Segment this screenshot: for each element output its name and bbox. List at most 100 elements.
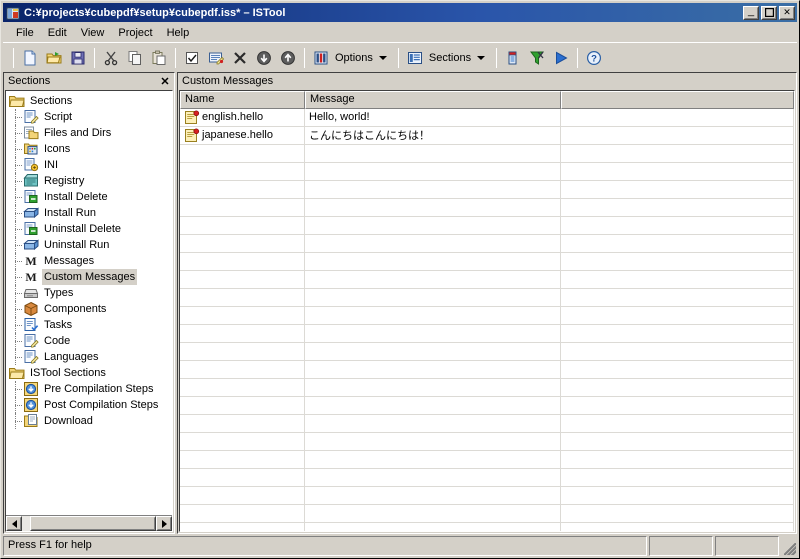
cell-empty <box>305 325 561 343</box>
cell-empty <box>180 235 305 253</box>
cell-empty <box>305 199 561 217</box>
move-up-button[interactable] <box>276 46 300 70</box>
table-row-empty[interactable] <box>180 271 794 289</box>
tree-item-registry[interactable]: Registry <box>9 173 172 189</box>
sections-tree[interactable]: Sections Script Files and Dirs Icons INI Regi… <box>6 91 172 515</box>
table-row-empty[interactable] <box>180 253 794 271</box>
table-row-empty[interactable] <box>180 199 794 217</box>
minimize-button[interactable]: _ <box>743 4 759 20</box>
paste-button[interactable] <box>147 46 171 70</box>
table-row-empty[interactable] <box>180 397 794 415</box>
save-file-button[interactable] <box>66 46 90 70</box>
table-row-empty[interactable] <box>180 163 794 181</box>
listview-body[interactable]: english.hello Hello, world! japanese.hello… <box>180 109 794 531</box>
scroll-right-button[interactable] <box>156 516 172 531</box>
tree-item-languages[interactable]: Languages <box>9 349 172 365</box>
tree-item-istool-sections[interactable]: ISTool Sections <box>9 365 172 381</box>
tree-item-install-delete[interactable]: Install Delete <box>9 189 172 205</box>
help-button[interactable]: ? <box>582 46 606 70</box>
table-row-empty[interactable] <box>180 469 794 487</box>
table-row-empty[interactable] <box>180 523 794 531</box>
chevron-down-icon[interactable] <box>477 55 486 60</box>
cell-extra[interactable] <box>561 109 794 127</box>
table-row[interactable]: japanese.hello こんにちはこんにちは！ <box>180 127 794 145</box>
menu-file[interactable]: File <box>9 25 41 41</box>
copy-button[interactable] <box>123 46 147 70</box>
column-header-extra[interactable] <box>561 91 794 109</box>
custom-messages-listview[interactable]: Name Message english.hello Hello, world! j… <box>180 91 794 531</box>
column-header-message[interactable]: Message <box>305 91 561 109</box>
cell-message-text: こんにちはこんにちは！ <box>309 129 430 142</box>
close-button[interactable]: ✕ <box>779 5 795 20</box>
menu-project[interactable]: Project <box>111 25 159 41</box>
run-setup-button[interactable] <box>549 46 573 70</box>
tree-item-files-and-dirs[interactable]: Files and Dirs <box>9 125 172 141</box>
tree-item-post-compilation-steps[interactable]: Post Compilation Steps <box>9 397 172 413</box>
cell-message[interactable]: こんにちはこんにちは！ <box>305 127 561 145</box>
table-row-empty[interactable] <box>180 505 794 523</box>
sections-panel-close-icon[interactable]: ✕ <box>158 74 172 88</box>
menu-view[interactable]: View <box>74 25 112 41</box>
table-row-empty[interactable] <box>180 361 794 379</box>
edit-entry-button[interactable] <box>204 46 228 70</box>
table-row[interactable]: english.hello Hello, world! <box>180 109 794 127</box>
tree-item-components[interactable]: Components <box>9 301 172 317</box>
table-row-empty[interactable] <box>180 487 794 505</box>
check-button[interactable] <box>180 46 204 70</box>
table-row-empty[interactable] <box>180 325 794 343</box>
table-row-empty[interactable] <box>180 451 794 469</box>
delete-entry-button[interactable] <box>228 46 252 70</box>
tree-item-ini[interactable]: INI <box>9 157 172 173</box>
tree-item-tasks[interactable]: Tasks <box>9 317 172 333</box>
tree-item-sections[interactable]: Sections <box>9 93 172 109</box>
table-row-empty[interactable] <box>180 217 794 235</box>
new-file-button[interactable] <box>18 46 42 70</box>
tree-item-uninstall-delete[interactable]: Uninstall Delete <box>9 221 172 237</box>
compile-setup-button[interactable] <box>501 46 525 70</box>
scroll-left-button[interactable] <box>6 516 22 531</box>
cell-name[interactable]: japanese.hello <box>180 127 305 145</box>
tree-item-script[interactable]: Script <box>9 109 172 125</box>
column-header-name[interactable]: Name <box>180 91 305 109</box>
table-row-empty[interactable] <box>180 145 794 163</box>
resize-grip[interactable] <box>781 536 797 556</box>
cell-name[interactable]: english.hello <box>180 109 305 127</box>
tree-item-download[interactable]: Download <box>9 413 172 429</box>
tree-item-pre-compilation-steps[interactable]: Pre Compilation Steps <box>9 381 172 397</box>
compile-and-clean-button[interactable] <box>525 46 549 70</box>
table-row-empty[interactable] <box>180 343 794 361</box>
tree-item-types[interactable]: Types <box>9 285 172 301</box>
tree-item-code[interactable]: Code <box>9 333 172 349</box>
minimize-icon: _ <box>747 4 755 17</box>
tree-item-custom-messages[interactable]: M Custom Messages <box>9 269 172 285</box>
cell-empty <box>180 271 305 289</box>
cell-message[interactable]: Hello, world! <box>305 109 561 127</box>
table-row-empty[interactable] <box>180 181 794 199</box>
table-row-empty[interactable] <box>180 379 794 397</box>
maximize-button[interactable] <box>761 5 777 20</box>
open-file-button[interactable] <box>42 46 66 70</box>
cell-empty <box>305 163 561 181</box>
title-bar: C:¥projects¥cubepdf¥setup¥cubepdf.iss* –… <box>3 3 797 22</box>
table-row-empty[interactable] <box>180 415 794 433</box>
tree-item-messages[interactable]: M Messages <box>9 253 172 269</box>
table-row-empty[interactable] <box>180 307 794 325</box>
table-row-empty[interactable] <box>180 433 794 451</box>
table-row-empty[interactable] <box>180 235 794 253</box>
tree-item-icons[interactable]: Icons <box>9 141 172 157</box>
move-down-button[interactable] <box>252 46 276 70</box>
chevron-down-icon[interactable] <box>378 55 387 60</box>
cell-empty <box>180 433 305 451</box>
scroll-thumb[interactable] <box>30 516 156 531</box>
cut-button[interactable] <box>99 46 123 70</box>
cell-extra[interactable] <box>561 127 794 145</box>
menu-help[interactable]: Help <box>160 25 197 41</box>
sections-dropdown[interactable]: Sections <box>403 46 492 70</box>
menu-edit[interactable]: Edit <box>41 25 74 41</box>
sections-tree-hscrollbar[interactable] <box>6 515 172 531</box>
options-dropdown[interactable]: Options <box>309 46 394 70</box>
scroll-track[interactable] <box>22 516 156 531</box>
tree-item-uninstall-run[interactable]: Uninstall Run <box>9 237 172 253</box>
table-row-empty[interactable] <box>180 289 794 307</box>
tree-item-install-run[interactable]: Install Run <box>9 205 172 221</box>
